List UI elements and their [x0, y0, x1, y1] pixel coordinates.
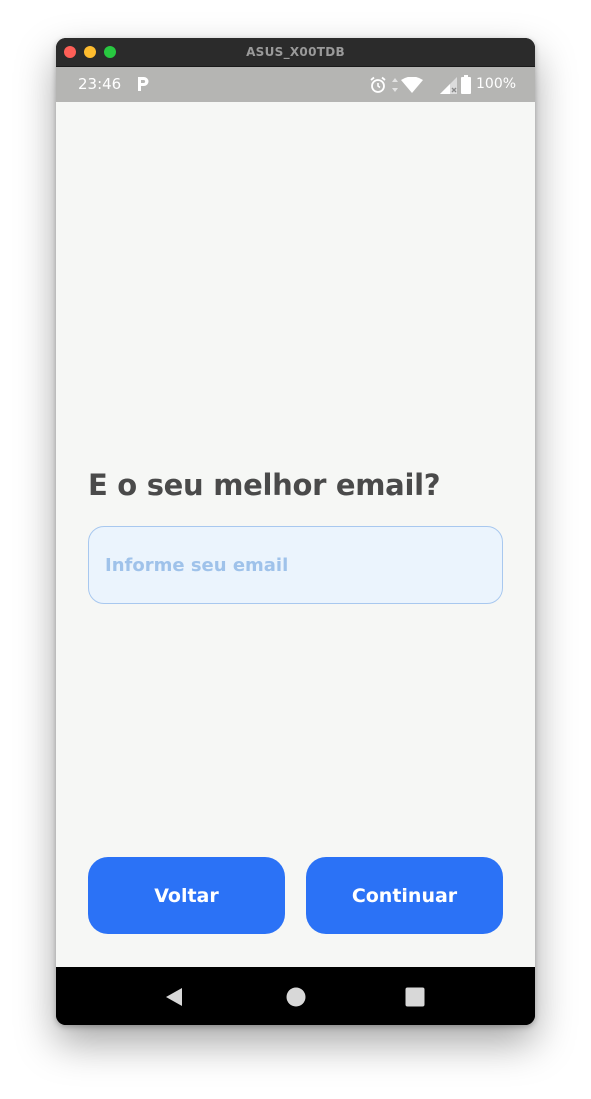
- alarm-icon: [370, 76, 386, 93]
- continue-button[interactable]: Continuar: [306, 857, 503, 934]
- home-circle-icon[interactable]: [286, 987, 306, 1007]
- back-button[interactable]: Voltar: [88, 857, 285, 934]
- signal-icon: [440, 77, 457, 94]
- app-screen: E o seu melhor email? Voltar Continuar: [56, 102, 535, 967]
- window-titlebar: ASUS_X00TDB: [56, 38, 535, 67]
- status-time: 23:46: [78, 75, 122, 93]
- recents-square-icon[interactable]: [405, 987, 425, 1007]
- wifi-icon: [401, 77, 423, 93]
- android-nav-bar: [56, 967, 535, 1025]
- email-field[interactable]: [88, 526, 503, 604]
- back-triangle-icon[interactable]: [164, 987, 184, 1007]
- battery-icon: [461, 75, 471, 94]
- question-title: E o seu melhor email?: [88, 468, 441, 502]
- window-title: ASUS_X00TDB: [246, 45, 345, 59]
- p-app-icon: [138, 77, 149, 91]
- data-arrows-icon: [392, 78, 398, 92]
- battery-percentage: 100%: [476, 76, 517, 92]
- emulator-window: ASUS_X00TDB 23:46 100% E o seu melhor em…: [56, 38, 535, 1025]
- status-bar: 23:46 100%: [56, 67, 535, 102]
